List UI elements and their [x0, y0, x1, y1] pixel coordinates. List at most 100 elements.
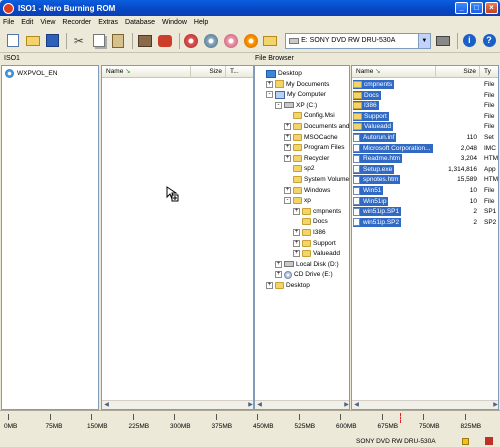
- collapse-icon[interactable]: -: [266, 91, 273, 99]
- open-button[interactable]: [24, 32, 42, 50]
- tree-item[interactable]: Config.Msi: [284, 111, 335, 120]
- expand-icon[interactable]: +: [293, 239, 300, 247]
- folder-icon: [302, 207, 311, 215]
- file-row[interactable]: win51ip.SP1 2 SP1: [353, 207, 498, 217]
- copy-button[interactable]: [90, 32, 108, 50]
- expand-icon[interactable]: +: [284, 123, 291, 130]
- erase-disc-button[interactable]: [222, 32, 240, 50]
- properties-button[interactable]: [136, 32, 154, 50]
- eject-disc-button[interactable]: [242, 32, 260, 50]
- burn-button[interactable]: [156, 32, 174, 50]
- file-row[interactable]: spnotes.htm 15,589 HTM: [353, 175, 498, 185]
- drive-options-button[interactable]: [434, 32, 452, 50]
- menu-recorder[interactable]: Recorder: [62, 19, 91, 26]
- menu-file[interactable]: File: [3, 19, 14, 26]
- tree-hscroll[interactable]: ◀ ▶: [255, 400, 349, 409]
- expand-icon[interactable]: +: [266, 80, 273, 88]
- expand-icon[interactable]: +: [293, 229, 300, 236]
- iso-tree-pane[interactable]: WXPVOL_EN: [1, 65, 99, 410]
- tree-item[interactable]: + Recycler: [284, 154, 329, 163]
- disc-info-button[interactable]: [202, 32, 220, 50]
- file-row[interactable]: Support File: [353, 111, 498, 121]
- col-type[interactable]: Ty: [480, 66, 498, 78]
- file-row[interactable]: Win51ip 10 File: [353, 196, 498, 206]
- menu-view[interactable]: View: [40, 19, 55, 26]
- save-button[interactable]: [43, 32, 61, 50]
- close-button[interactable]: ×: [485, 2, 498, 14]
- tree-item[interactable]: + Local Disk (D:): [275, 260, 339, 269]
- info-button[interactable]: i: [460, 32, 478, 50]
- tree-item[interactable]: - XP (C:): [275, 101, 317, 110]
- tree-item[interactable]: + My Documents: [266, 80, 329, 89]
- expand-icon[interactable]: +: [284, 133, 291, 141]
- tree-item[interactable]: + Valueadd: [293, 249, 340, 258]
- menu-edit[interactable]: Edit: [21, 19, 33, 26]
- tree-item[interactable]: Desktop: [257, 69, 302, 78]
- iso-file-list[interactable]: Name ↘ Size T... ◀ ▶: [101, 65, 254, 410]
- collapse-icon[interactable]: -: [275, 101, 282, 109]
- expand-icon[interactable]: +: [275, 271, 282, 279]
- tree-item[interactable]: + Support: [293, 239, 336, 248]
- paste-button[interactable]: [110, 32, 128, 50]
- file-icon: [353, 154, 360, 163]
- recorder-select[interactable]: E: SONY DVD RW DRU-530A ▼: [285, 32, 431, 49]
- file-row[interactable]: Win51 10 File: [353, 186, 498, 195]
- expand-icon[interactable]: +: [275, 260, 282, 268]
- menu-window[interactable]: Window: [162, 19, 187, 26]
- file-row[interactable]: Microsoft Corporation... 2,048 IMC: [353, 143, 498, 153]
- iso-list-hscroll[interactable]: ◀ ▶: [102, 400, 253, 409]
- browser-tree-pane[interactable]: Desktop + My Documents - My Computer - XP (C:)…: [254, 65, 350, 410]
- file-browser-button[interactable]: [261, 32, 279, 50]
- tree-item[interactable]: + CD Drive (E:): [275, 270, 333, 279]
- folder-icon: [293, 133, 302, 141]
- file-row[interactable]: Autorun.inf 110 Set: [353, 133, 498, 142]
- col-type[interactable]: T...: [226, 66, 253, 78]
- cut-icon[interactable]: ✂: [70, 32, 88, 50]
- file-row[interactable]: cmpnents File: [353, 80, 498, 89]
- tree-item[interactable]: + Documents and: [284, 122, 349, 131]
- tree-item[interactable]: + Program Files: [284, 143, 344, 152]
- tree-item[interactable]: - My Computer: [266, 90, 326, 99]
- files-hscroll[interactable]: ◀ ▶: [352, 400, 498, 409]
- expand-icon[interactable]: +: [266, 282, 273, 289]
- file-row[interactable]: Setup.exe 1,314,816 App: [353, 164, 498, 174]
- file-row[interactable]: Valueadd File: [353, 122, 498, 132]
- tree-item[interactable]: System Volume: [284, 175, 349, 184]
- menu-database[interactable]: Database: [125, 19, 155, 26]
- file-row[interactable]: Docs File: [353, 90, 498, 100]
- new-compilation-button[interactable]: [4, 32, 22, 50]
- col-size[interactable]: Size: [436, 66, 480, 78]
- col-size[interactable]: Size: [191, 66, 226, 78]
- browser-file-list[interactable]: Name ↘ Size Ty cmpnents File Docs File I386 F…: [351, 65, 499, 410]
- tree-item[interactable]: Docs: [293, 217, 328, 226]
- chevron-down-icon[interactable]: ▼: [417, 33, 430, 48]
- tree-item[interactable]: + I386: [293, 228, 326, 237]
- col-name[interactable]: Name ↘: [352, 66, 436, 78]
- tree-item[interactable]: sp2: [284, 164, 314, 173]
- tree-item[interactable]: + Windows: [284, 186, 330, 195]
- copy-disc-button[interactable]: [183, 32, 201, 50]
- menu-extras[interactable]: Extras: [98, 19, 118, 26]
- file-row[interactable]: Readme.htm 3,204 HTM: [353, 154, 498, 164]
- col-name[interactable]: Name ↘: [102, 66, 191, 78]
- expand-icon[interactable]: +: [284, 154, 291, 162]
- tree-item[interactable]: - xp: [284, 196, 311, 205]
- tree-item[interactable]: + Desktop: [266, 281, 310, 290]
- collapse-icon[interactable]: -: [284, 197, 291, 205]
- expand-icon[interactable]: +: [284, 144, 291, 152]
- iso-root-item[interactable]: WXPVOL_EN: [5, 69, 57, 78]
- expand-icon[interactable]: +: [293, 250, 300, 258]
- expand-icon[interactable]: +: [293, 207, 300, 215]
- maximize-button[interactable]: □: [470, 2, 483, 14]
- tree-item[interactable]: + cmpnents: [293, 207, 341, 216]
- minimize-button[interactable]: _: [455, 2, 468, 14]
- help-button[interactable]: ?: [480, 32, 498, 50]
- folder-icon: [293, 112, 302, 120]
- file-row[interactable]: I386 File: [353, 101, 498, 111]
- menu-help[interactable]: Help: [194, 19, 208, 26]
- file-row[interactable]: win51ip.SP2 2 SP2: [353, 217, 498, 227]
- expand-icon[interactable]: +: [284, 186, 291, 194]
- window-title: ISO1 - Nero Burning ROM: [18, 3, 116, 13]
- tree-item[interactable]: + MSOCache: [284, 133, 338, 142]
- tree-item-label: cmpnents: [313, 207, 342, 215]
